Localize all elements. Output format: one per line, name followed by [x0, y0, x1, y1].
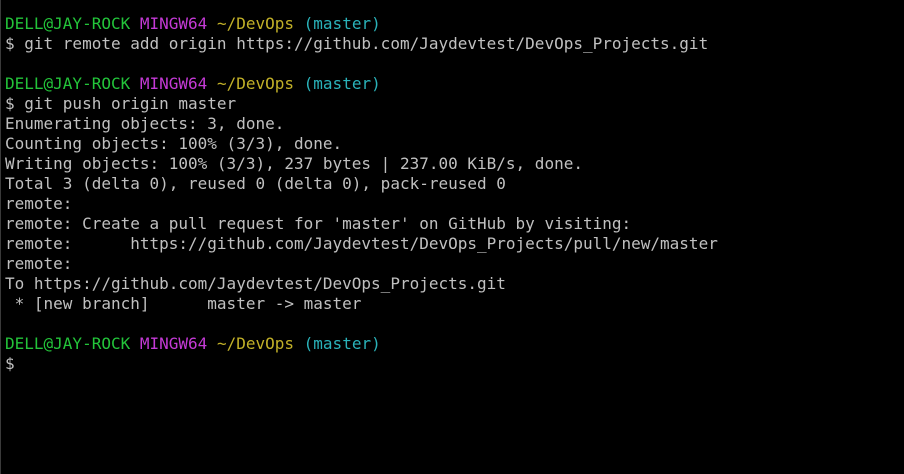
command-line: $ git push origin master [5, 94, 237, 113]
prompt-path: ~/DevOps [216, 74, 295, 93]
output-line: remote: [5, 254, 73, 273]
command-input-line[interactable]: $ [5, 354, 904, 374]
prompt-user-host: DELL@JAY-ROCK [5, 74, 131, 93]
prompt-branch: (master) [303, 334, 381, 353]
output-line: remote: [5, 194, 73, 213]
prompt-branch: (master) [303, 74, 381, 93]
prompt-path: ~/DevOps [216, 14, 295, 33]
output-line: remote: Create a pull request for 'maste… [5, 214, 632, 233]
prompt-system: MINGW64 [139, 74, 208, 93]
terminal-window[interactable]: DELL@JAY-ROCK MINGW64 ~/DevOps (master) … [0, 0, 904, 474]
prompt-line: DELL@JAY-ROCK MINGW64 ~/DevOps (master) [5, 74, 904, 94]
prompt-user-host: DELL@JAY-ROCK [5, 14, 131, 33]
prompt-branch: (master) [303, 14, 381, 33]
output-line: Total 3 (delta 0), reused 0 (delta 0), p… [5, 174, 506, 193]
prompt-line: DELL@JAY-ROCK MINGW64 ~/DevOps (master) [5, 334, 904, 354]
command-line: $ git remote add origin https://github.c… [5, 34, 709, 53]
output-line: Counting objects: 100% (3/3), done. [5, 134, 343, 153]
output-line: Enumerating objects: 3, done. [5, 114, 285, 133]
prompt-system: MINGW64 [139, 334, 208, 353]
prompt-user-host: DELL@JAY-ROCK [5, 334, 131, 353]
output-line: remote: https://github.com/Jaydevtest/De… [5, 234, 718, 253]
output-line: To https://github.com/Jaydevtest/DevOps_… [5, 274, 506, 293]
output-line: Writing objects: 100% (3/3), 237 bytes |… [5, 154, 583, 173]
prompt-line: DELL@JAY-ROCK MINGW64 ~/DevOps (master) [5, 14, 904, 34]
prompt-system: MINGW64 [139, 14, 208, 33]
prompt-path: ~/DevOps [216, 334, 295, 353]
output-line: * [new branch] master -> master [5, 294, 362, 313]
